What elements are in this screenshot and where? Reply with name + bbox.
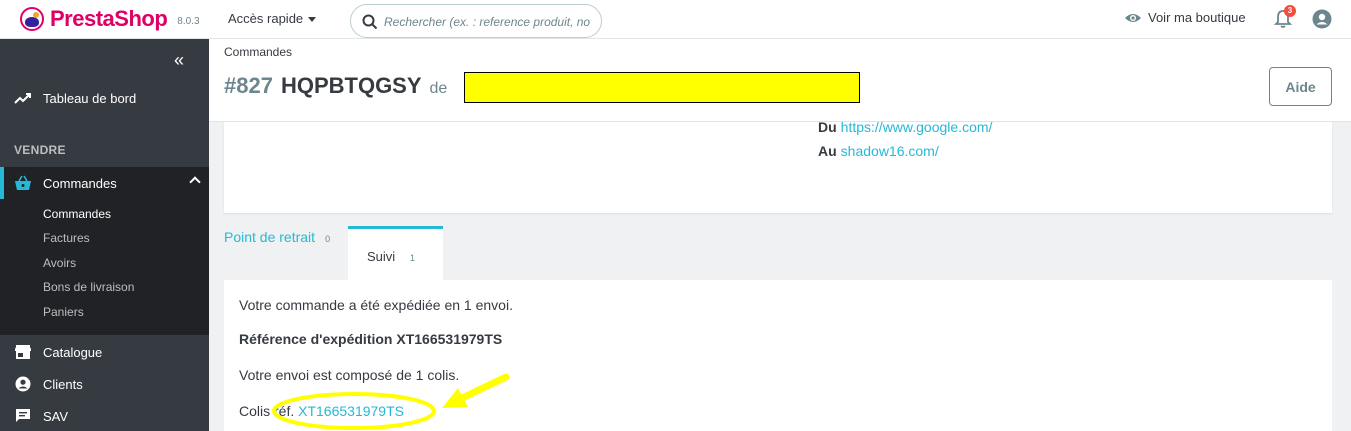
submenu-item-delivery-slips[interactable]: Bons de livraison — [43, 280, 134, 294]
order-number: #827 — [224, 73, 273, 98]
to-url-link[interactable]: shadow16.com/ — [841, 143, 939, 159]
orders-submenu: Commandes Factures Avoirs Bons de livrai… — [0, 199, 209, 335]
sidebar-item-label: SAV — [43, 408, 69, 424]
tab-count: 1 — [410, 253, 416, 263]
shipped-text: Votre commande a été expédiée en 1 envoi… — [239, 297, 513, 313]
collapse-sidebar-icon[interactable]: « — [174, 51, 184, 69]
parcel-label: Colis réf. — [239, 403, 295, 419]
prestashop-logo[interactable]: PrestaShop 8.0.3 — [20, 6, 200, 32]
submenu-item-carts[interactable]: Paniers — [43, 305, 84, 319]
parcel-tracking-link[interactable]: XT166531979TS — [298, 403, 404, 419]
section-sell-heading: VENDRE — [14, 143, 66, 157]
view-shop-link[interactable]: Voir ma boutique — [1124, 10, 1246, 25]
sidebar-item-sav[interactable]: SAV — [0, 400, 209, 431]
sidebar-item-label: Clients — [43, 376, 83, 392]
submenu-item-invoices[interactable]: Factures — [43, 231, 90, 245]
tab-label: Point de retrait — [224, 229, 316, 245]
sidebar-item-dashboard[interactable]: Tableau de bord — [0, 82, 209, 114]
version-label: 8.0.3 — [177, 16, 200, 27]
sidebar-item-customers[interactable]: Clients — [0, 368, 209, 400]
order-reference: HQPBTQGSY — [280, 73, 422, 98]
tab-label: Suivi — [367, 249, 396, 264]
parcel-line: Colis réf. XT166531979TS — [239, 403, 404, 419]
sidebar-item-catalog[interactable]: Catalogue — [0, 336, 209, 368]
caret-down-icon — [308, 17, 317, 23]
package-text: Votre envoi est composé de 1 colis. — [239, 367, 460, 383]
tab-count: 0 — [325, 234, 331, 244]
basket-icon — [14, 174, 32, 192]
order-source-card: Du https://www.google.com/ Au shadow16.com… — [224, 119, 1332, 213]
user-account-icon[interactable] — [1312, 9, 1332, 29]
to-label: Au — [818, 143, 837, 159]
help-button[interactable]: Aide — [1269, 67, 1332, 106]
page-title: #827 HQPBTQGSY de — [224, 73, 447, 99]
search-box[interactable] — [350, 4, 602, 38]
trending-up-icon — [14, 89, 32, 107]
from-url-link[interactable]: https://www.google.com/ — [841, 119, 993, 135]
sidebar: « Tableau de bord VENDRE Commandes Comma… — [0, 39, 209, 431]
sidebar-item-orders[interactable]: Commandes — [0, 167, 209, 199]
search-icon — [362, 14, 378, 30]
notification-badge: 3 — [1284, 5, 1296, 17]
source-from: Du https://www.google.com/ — [818, 119, 992, 135]
sidebar-item-label: Tableau de bord — [43, 90, 137, 106]
submenu-item-credit-slips[interactable]: Avoirs — [43, 256, 76, 270]
puffin-logo-icon — [20, 7, 44, 31]
chevron-up-icon — [189, 176, 201, 188]
view-shop-label: Voir ma boutique — [1148, 10, 1246, 25]
breadcrumb[interactable]: Commandes — [224, 45, 292, 59]
eye-icon — [1125, 13, 1141, 22]
chat-icon — [14, 407, 32, 425]
tab-tracking[interactable]: Suivi 1 — [348, 226, 443, 280]
redacted-customer-name — [464, 72, 860, 103]
account-circle-icon — [14, 375, 32, 393]
search-input[interactable] — [384, 12, 598, 32]
sidebar-item-label: Commandes — [43, 175, 117, 191]
page-header: Commandes #827 HQPBTQGSY de Aide — [209, 39, 1351, 122]
quick-access-label: Accès rapide — [228, 11, 304, 26]
shipment-reference: Référence d'expédition XT166531979TS — [239, 331, 503, 347]
source-to: Au shadow16.com/ — [818, 143, 939, 159]
tracking-panel: Votre commande a été expédiée en 1 envoi… — [224, 280, 1332, 431]
sidebar-item-label: Catalogue — [43, 344, 103, 360]
from-label: Du — [818, 119, 837, 135]
store-icon — [14, 343, 32, 361]
top-bar: PrestaShop 8.0.3 Accès rapide Voir ma bo… — [0, 0, 1351, 39]
brand-name: PrestaShop — [50, 6, 168, 31]
submenu-item-orders[interactable]: Commandes — [43, 207, 111, 221]
quick-access-dropdown[interactable]: Accès rapide — [228, 11, 317, 26]
tab-pickup-point[interactable]: Point de retrait 0 — [224, 229, 330, 245]
from-label: de — [429, 80, 448, 97]
